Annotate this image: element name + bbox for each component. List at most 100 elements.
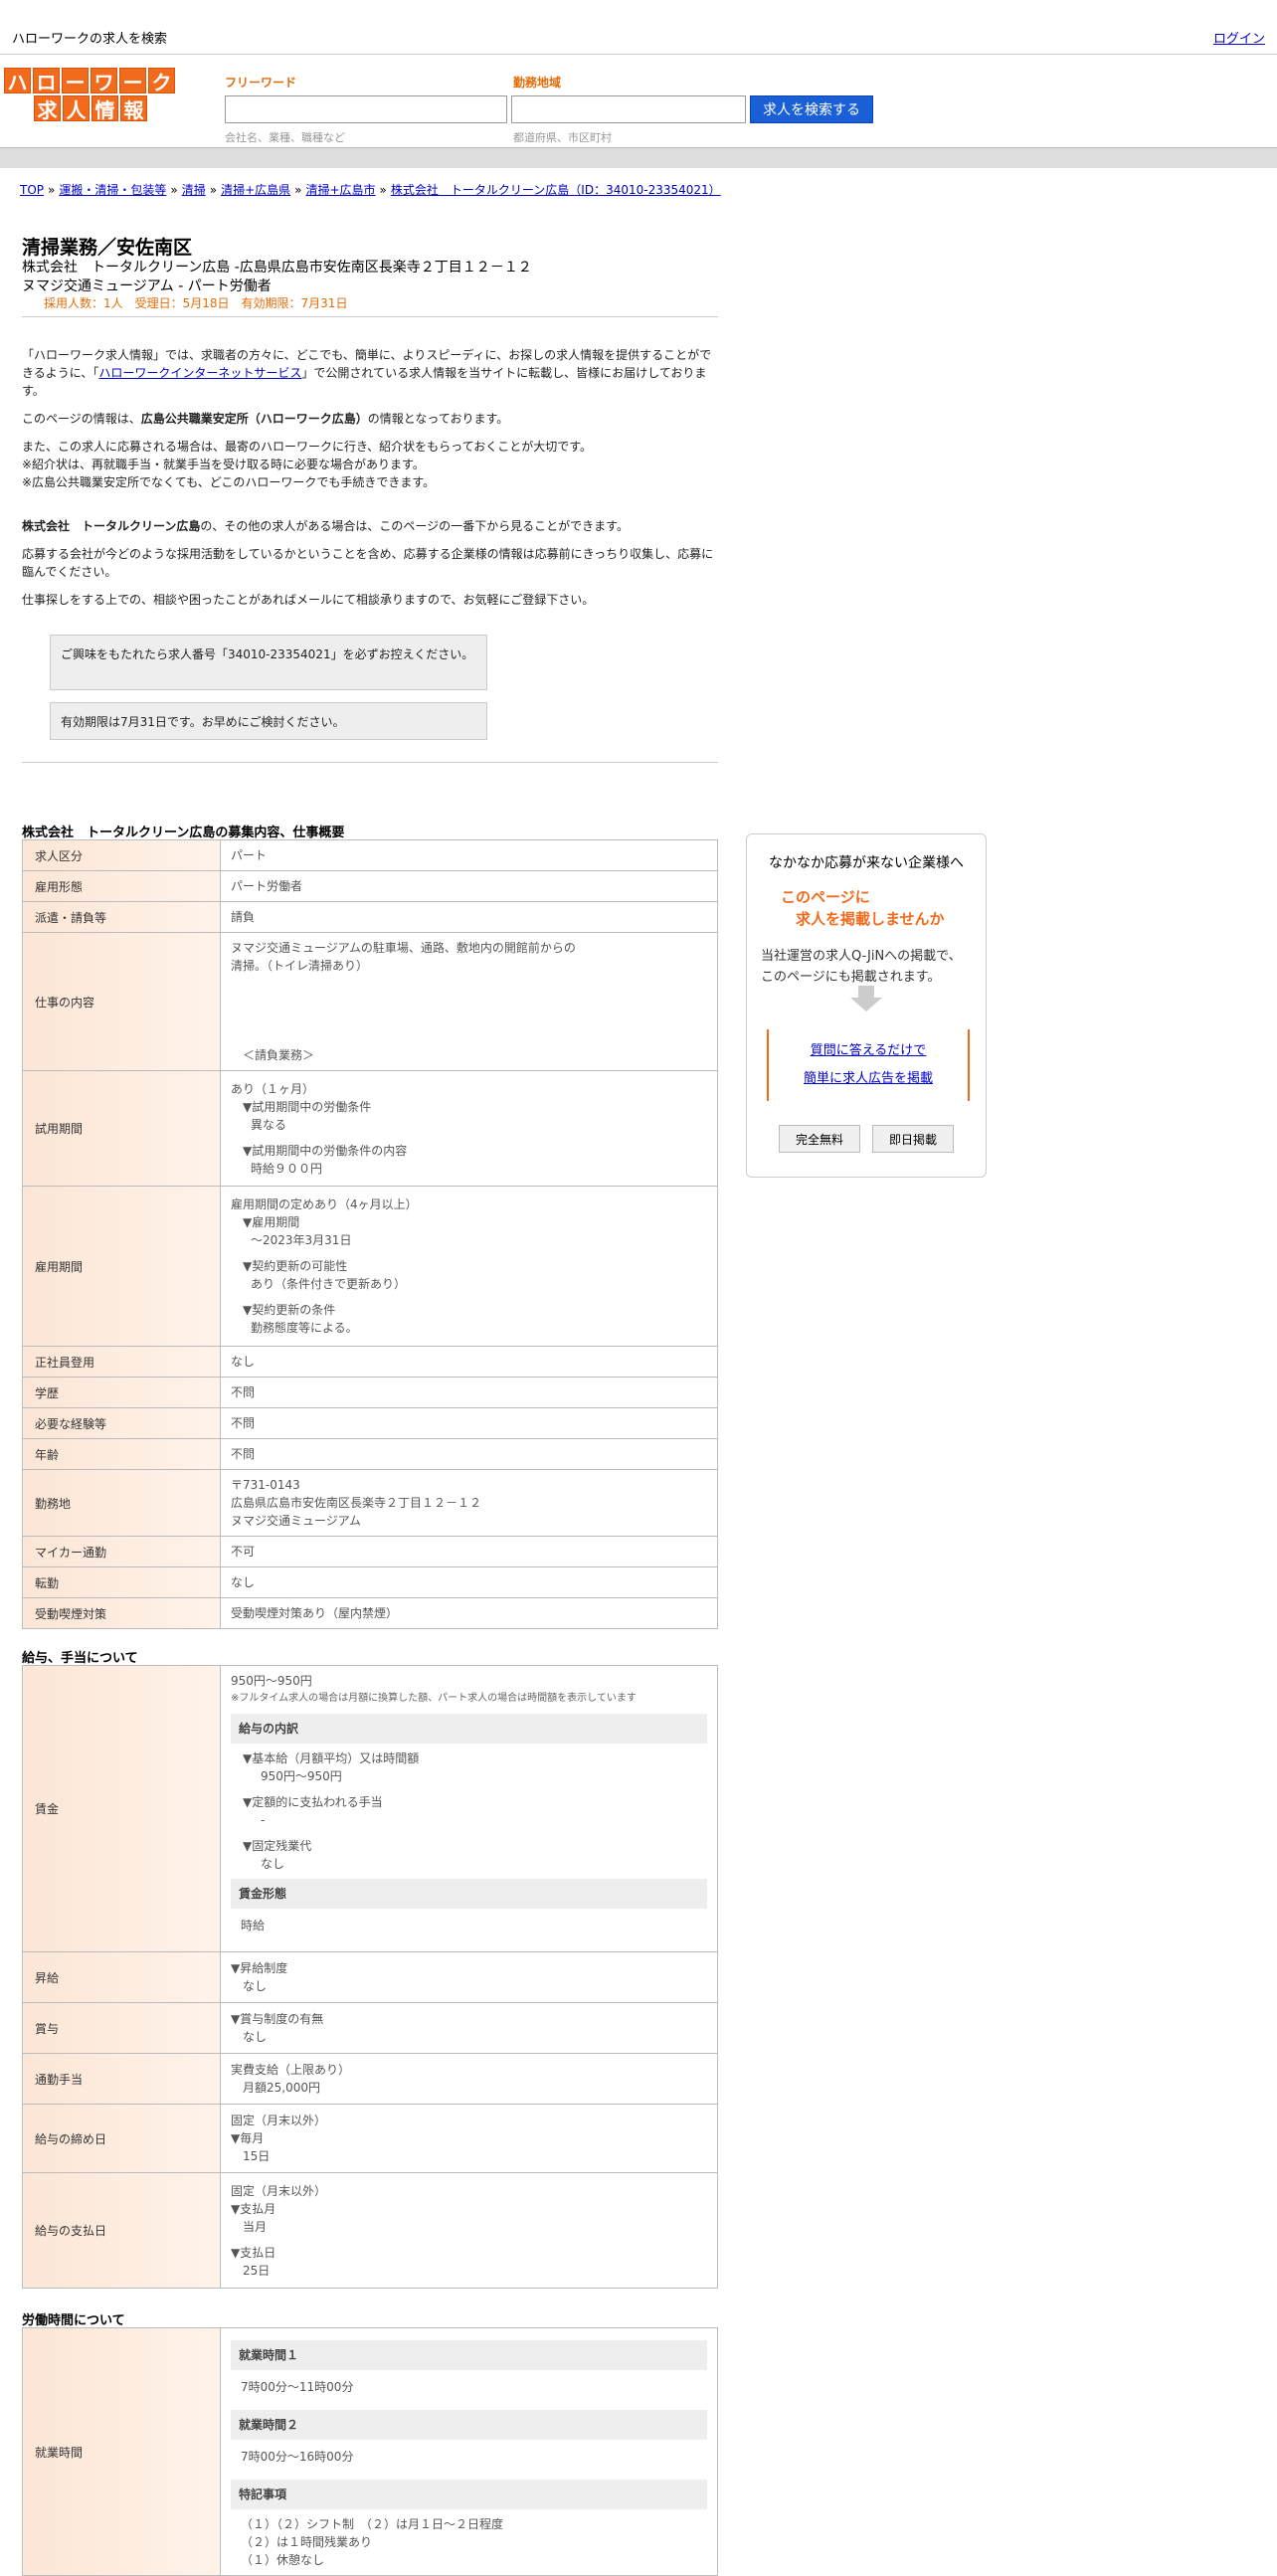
subheading: 就業時間１ (231, 2340, 707, 2370)
down-arrow-icon (850, 998, 882, 1012)
advertise-box: なかなか応募が来ない企業様へ このページに 求人を掲載しませんか 当社運営の求人… (746, 833, 987, 1178)
intro-text: ※広島公共職業安定所でなくても、どこのハローワークでも手続きできます。 (22, 475, 436, 489)
row-label: 給与の締め日 (22, 2104, 221, 2173)
value-line: 当月 (243, 2219, 268, 2234)
wage-note: ※フルタイム求人の場合は月額に換算した額、パート求人の場合は時間額を表示していま… (231, 1693, 637, 1704)
ad-headline-line: 求人を掲載しませんか (781, 910, 945, 928)
table-row: 必要な経験等 不問 (22, 1407, 718, 1439)
row-label: 正社員登用 (22, 1346, 221, 1378)
free-button[interactable]: 完全無料 (779, 1125, 860, 1153)
breadcrumb-prefecture[interactable]: 清掃+広島県 (221, 183, 290, 197)
value-line: ▼賞与制度の有無 (231, 2012, 324, 2026)
table-row: 賞与 ▼賞与制度の有無 なし (22, 2002, 718, 2054)
logo-char: ー (119, 68, 146, 94)
divider (22, 316, 718, 317)
intro-text: このページの情報は、 (22, 412, 141, 426)
job-description: ＜請負業務＞ (243, 1048, 315, 1062)
top-bar: ハローワークの求人を検索 ログイン (0, 0, 1277, 55)
value-line: なし (243, 1979, 268, 1993)
deadline-notice: 有効期限は7月31日です。お早めにご検討ください。 (50, 702, 487, 740)
table-row: 派遣・請負等 請負 (22, 901, 718, 933)
section-title-hours: 労働時間について (22, 2313, 125, 2328)
area-input[interactable] (511, 95, 746, 123)
ad-description-line: このページにも掲載されます。 (761, 970, 941, 985)
hellowork-internet-link[interactable]: ハローワークインターネットサービス (98, 366, 301, 380)
job-overview-table: 求人区分 パート 雇用形態 パート労働者 派遣・請負等 請負 仕事の内容 ヌマジ交通ミ… (22, 839, 718, 1629)
work-hours-1: 7時00分〜11時00分 (241, 2380, 354, 2394)
value-line: 950円〜950円 (261, 1769, 342, 1783)
row-value: 受動喫煙対策あり（屋内禁煙） (220, 1597, 718, 1629)
work-hours-2: 7時00分〜16時00分 (241, 2450, 354, 2464)
table-row: 給与の締め日 固定（月末以外） ▼毎月 15日 (22, 2104, 718, 2173)
row-value: 請負 (220, 901, 718, 933)
value-line: ▼契約更新の可能性 (243, 1259, 348, 1273)
value-line: 〜2023年3月31日 (251, 1233, 352, 1247)
table-row: 仕事の内容 ヌマジ交通ミュージアムの駐車場、通路、敷地内の開館前からの 清掃。（… (22, 932, 718, 1071)
postal-code: 〒731-0143 (231, 1478, 300, 1492)
breadcrumb-sep: » (48, 183, 56, 197)
company-name: 株式会社 トータルクリーン広島 (22, 519, 201, 533)
value-line: ▼支払日 (231, 2245, 276, 2260)
row-label: 受動喫煙対策 (22, 1597, 221, 1629)
row-label: 通勤手当 (22, 2053, 221, 2105)
intro-paragraph-6: 仕事探しをする上での、相談や困ったことがあればメールにて相談承りますので、お気軽… (22, 593, 595, 607)
ad-link-post-ad[interactable]: 簡単に求人広告を掲載 (769, 1067, 968, 1086)
freeword-input[interactable] (225, 95, 507, 123)
table-row: 賃金 950円〜950円 ※フルタイム求人の場合は月額に換算した額、パート求人の… (22, 1665, 718, 1952)
table-row: 試用期間 あり（１ヶ月） ▼試用期間中の労働条件 異なる ▼試用期間中の労働条件… (22, 1070, 718, 1187)
same-day-button[interactable]: 即日掲載 (872, 1125, 954, 1153)
header-band (0, 147, 1277, 168)
wage-type: 時給 (241, 1919, 266, 1932)
hours-table: 就業時間 就業時間１ 7時00分〜11時00分 就業時間２ 7時00分〜16時0… (22, 2327, 718, 2576)
breadcrumb-company[interactable]: 株式会社 トータルクリーン広島（ID：34010-23354021） (391, 183, 721, 197)
row-label: 転勤 (22, 1566, 221, 1598)
breadcrumb-category[interactable]: 運搬・清掃・包装等 (59, 183, 166, 197)
table-row: 給与の支払日 固定（月末以外） ▼支払月 当月 ▼支払日 25日 (22, 2172, 718, 2289)
table-row: 昇給 ▼昇給制度 なし (22, 1951, 718, 2003)
value-line: 勤務態度等による。 (251, 1321, 358, 1335)
row-label: 就業時間 (22, 2327, 221, 2576)
logo-char: ワ (91, 68, 117, 94)
value-line: ▼毎月 (231, 2131, 265, 2145)
table-row: 受動喫煙対策 受動喫煙対策あり（屋内禁煙） (22, 1597, 718, 1629)
area-label: 勤務地域 (513, 76, 562, 90)
breadcrumb-top[interactable]: TOP (20, 183, 44, 197)
value-line: ▼定額的に支払われる手当 (243, 1795, 383, 1809)
row-value: あり（１ヶ月） ▼試用期間中の労働条件 異なる ▼試用期間中の労働条件の内容 時… (220, 1070, 718, 1187)
value-line: ▼雇用期間 (243, 1215, 300, 1229)
row-value: 不問 (220, 1377, 718, 1408)
table-row: 年齢 不問 (22, 1438, 718, 1470)
row-label: 年齢 (22, 1438, 221, 1470)
ad-description: 当社運営の求人Q-JiNへの掲載で、 このページにも掲載されます。 (761, 946, 962, 988)
breadcrumb-city[interactable]: 清掃+広島市 (305, 183, 375, 197)
row-label: 試用期間 (22, 1070, 221, 1187)
freeword-hint: 会社名、業種、職種など (225, 131, 345, 144)
special-note: （１）（２）シフト制 （２）は月１日～２日程度 (241, 2517, 504, 2531)
logo-char: 情 (91, 95, 118, 122)
breadcrumb-job-type[interactable]: 清掃 (182, 183, 206, 197)
row-value: 〒731-0143 広島県広島市安佐南区長楽寺２丁目１２－１２ ヌマジ交通ミュー… (220, 1469, 718, 1537)
search-button[interactable]: 求人を検索する (750, 95, 873, 123)
table-row: 雇用形態 パート労働者 (22, 870, 718, 902)
hellowork-logo[interactable]: ハ ロ ー ワ ー ク 求 人 情 報 (4, 68, 179, 123)
row-value: なし (220, 1346, 718, 1378)
logo-char: 人 (63, 95, 90, 122)
row-value: パート労働者 (220, 870, 718, 902)
intro-text: また、この求人に応募される場合は、最寄のハローワークに行き、紹介状をもらっておく… (22, 440, 593, 454)
row-label: 必要な経験等 (22, 1407, 221, 1439)
section-title-salary: 給与、手当について (22, 1651, 138, 1666)
row-value: ヌマジ交通ミュージアムの駐車場、通路、敷地内の開館前からの 清掃。（トイレ清掃あ… (220, 932, 718, 1071)
value-line: 固定（月末以外） (231, 2114, 327, 2127)
login-link[interactable]: ログイン (1213, 28, 1265, 47)
row-label: 求人区分 (22, 839, 221, 871)
row-label: 学歴 (22, 1377, 221, 1408)
value-line: なし (243, 2030, 268, 2044)
row-value: 就業時間１ 7時00分〜11時00分 就業時間２ 7時00分〜16時00分 特記… (220, 2327, 718, 2576)
row-value: パート (220, 839, 718, 871)
breadcrumb-sep: » (209, 183, 218, 197)
job-description: ヌマジ交通ミュージアムの駐車場、通路、敷地内の開館前からの (231, 941, 576, 955)
value-line: ▼基本給（月額平均）又は時間額 (243, 1751, 420, 1765)
ad-link-questions[interactable]: 質問に答えるだけで (769, 1039, 968, 1058)
table-row: 転勤 なし (22, 1566, 718, 1598)
area-hint: 都道府県、市区町村 (513, 131, 612, 144)
